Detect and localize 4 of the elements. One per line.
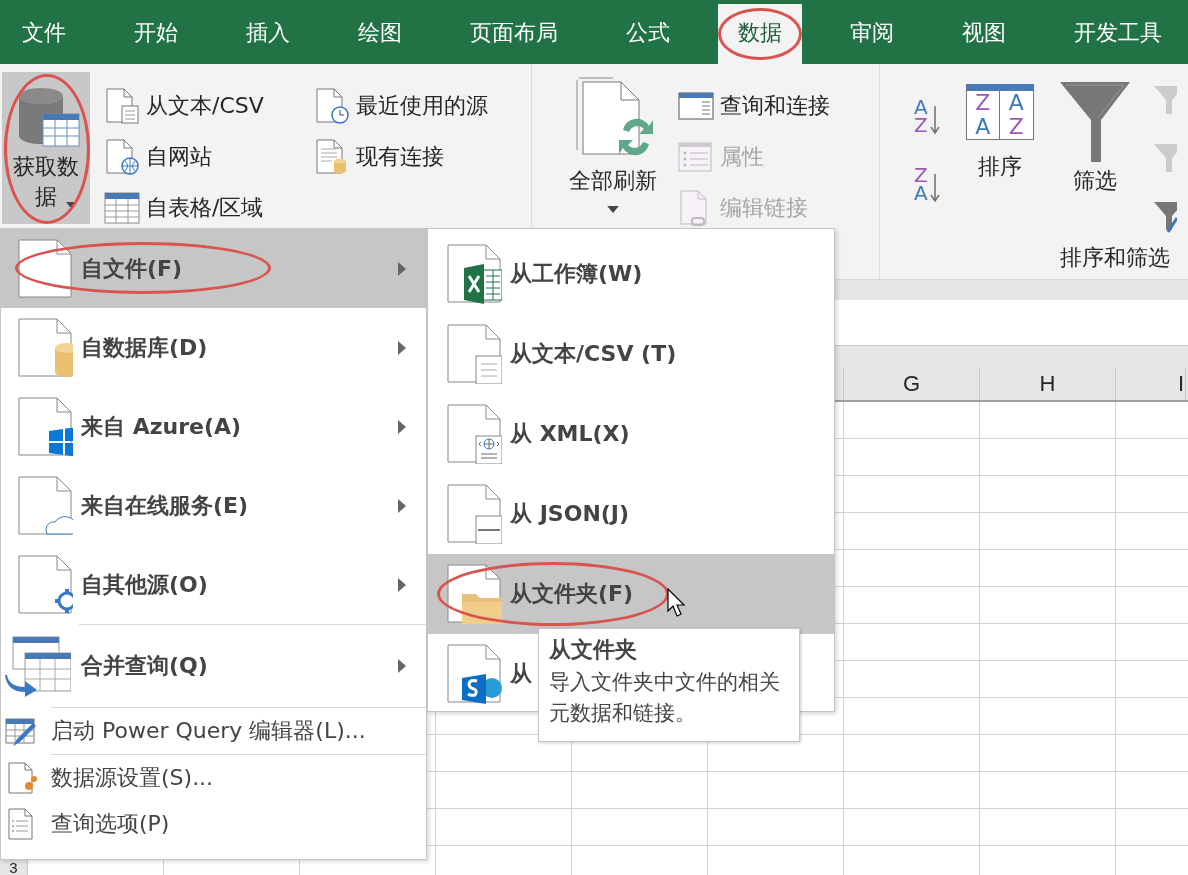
sort-icon: Z A A Z — [965, 84, 1034, 140]
group-label: 排序和筛选 — [1060, 244, 1170, 272]
tooltip-title: 从文件夹 — [549, 636, 638, 664]
tooltip-text: 导入文件夹中文件的相关元数据和链接。 — [549, 669, 781, 727]
